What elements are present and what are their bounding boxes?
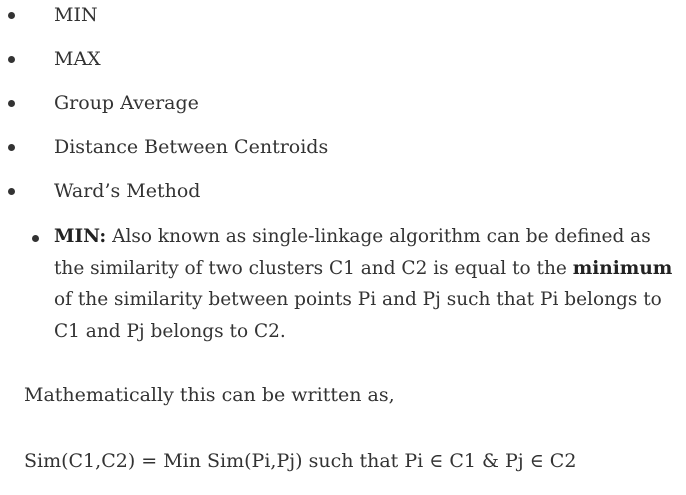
min-emphasis: minimum — [572, 257, 673, 279]
bullet-icon — [8, 100, 15, 107]
formula-paragraph: Sim(C1,C2) = Min Sim(Pi,Pj) such that Pi… — [24, 450, 577, 472]
min-text-before: Also known as single-linkage algorithm c… — [54, 226, 651, 279]
list-item: MAX — [0, 48, 650, 72]
min-text-after: of the similarity between points Pi and … — [54, 289, 662, 342]
bullet-icon — [8, 12, 15, 19]
min-definition-text: MIN: Also known as single-linkage algori… — [54, 221, 674, 347]
bullet-icon — [32, 235, 39, 242]
list-item-min-definition: MIN: Also known as single-linkage algori… — [0, 221, 672, 351]
intro-paragraph: Mathematically this can be written as, — [24, 384, 395, 406]
bullet-icon — [8, 188, 15, 195]
bullet-icon — [8, 144, 15, 151]
bullet-icon — [8, 56, 15, 63]
list-item-label: MIN — [54, 4, 98, 26]
list-item: MIN — [0, 4, 650, 28]
list-item-label: Distance Between Centroids — [54, 136, 329, 158]
min-term: MIN: — [54, 226, 107, 247]
list-item-label: MAX — [54, 48, 101, 70]
list-item: Ward’s Method — [0, 180, 650, 204]
list-item: Group Average — [0, 92, 650, 116]
list-item: Distance Between Centroids — [0, 136, 650, 160]
list-item-label: Ward’s Method — [54, 180, 201, 202]
list-item-label: Group Average — [54, 92, 199, 114]
